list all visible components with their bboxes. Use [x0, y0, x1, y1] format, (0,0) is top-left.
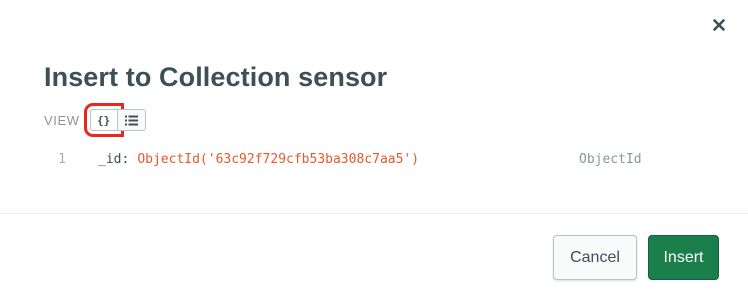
field-colon: : [121, 151, 130, 167]
view-label: VIEW [44, 112, 80, 128]
field-type[interactable]: ObjectId [579, 152, 642, 167]
dialog-title: Insert to Collection sensor [44, 62, 388, 92]
field-value[interactable]: ObjectId('63c92f729cfb53ba308c7aa5') [137, 152, 419, 167]
line-number: 1 [58, 151, 66, 167]
insert-button[interactable]: Insert [648, 235, 719, 280]
close-button[interactable] [708, 14, 730, 36]
insert-document-modal: Insert to Collection sensor VIEW {} 1 _i… [0, 0, 748, 296]
cancel-button[interactable]: Cancel [553, 235, 637, 280]
list-icon [124, 115, 138, 125]
list-view-button[interactable] [117, 109, 146, 131]
footer-divider [0, 213, 748, 214]
field-key[interactable]: _id [98, 152, 121, 167]
document-editor[interactable]: 1 _id: ObjectId('63c92f729cfb53ba308c7aa… [44, 148, 684, 170]
close-icon [713, 19, 725, 31]
dialog-footer: Cancel Insert [553, 235, 719, 280]
json-view-label: {} [97, 113, 111, 127]
json-view-button[interactable]: {} [83, 103, 124, 137]
view-toggle-group: {} [83, 103, 146, 137]
view-toggle-row: VIEW {} [44, 103, 146, 137]
